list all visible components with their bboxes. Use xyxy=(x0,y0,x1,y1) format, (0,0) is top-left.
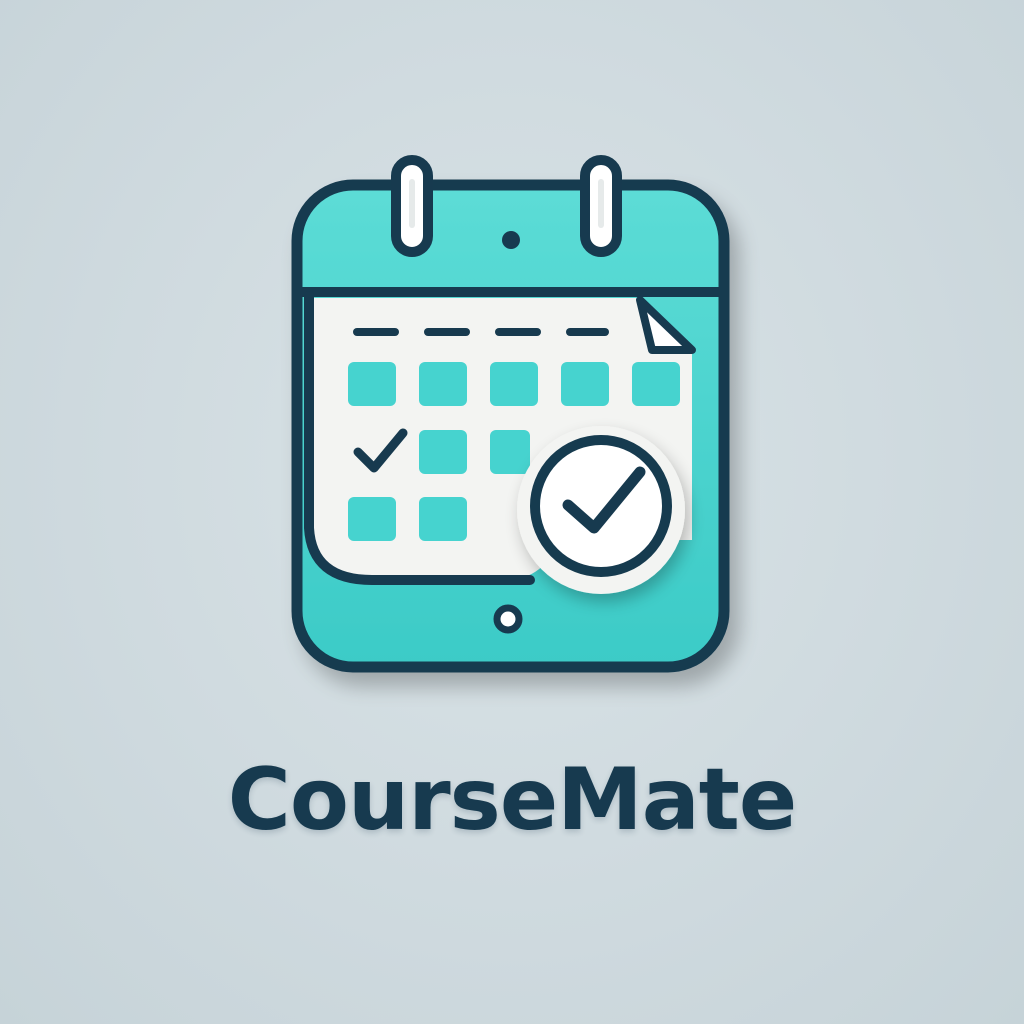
app-logo: CourseMate xyxy=(0,0,1024,1024)
calendar-bottom-button xyxy=(493,604,523,634)
calendar-check-icon xyxy=(291,155,730,673)
brand-name: CourseMate xyxy=(227,750,797,850)
calendar-top-dot xyxy=(502,231,520,249)
check-badge xyxy=(517,426,685,594)
